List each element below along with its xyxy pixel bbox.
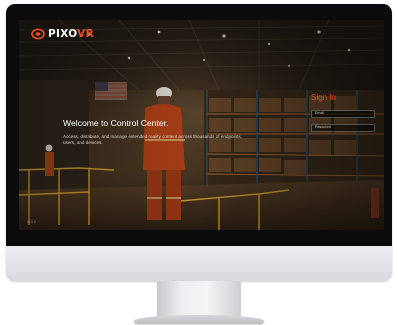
password-field[interactable]: Password xyxy=(311,124,375,132)
sign-in-title: Sign In xyxy=(311,93,336,102)
login-screen: PIXOVR Welcome to Control Center. Access… xyxy=(19,20,384,230)
sign-in-panel: Sign In Email Password xyxy=(311,94,379,170)
monitor-stand-base xyxy=(134,315,264,324)
email-placeholder: Email xyxy=(315,111,324,115)
version-label: v3.0.0 xyxy=(27,220,36,224)
monitor-stand-neck xyxy=(157,281,241,317)
email-field[interactable]: Email xyxy=(311,110,375,118)
brand-wordmark: PIXOVR xyxy=(48,27,94,40)
welcome-title: Welcome to Control Center. xyxy=(63,118,169,128)
pixo-logo-icon xyxy=(31,28,45,40)
brand-logo: PIXOVR xyxy=(31,28,94,40)
welcome-subtitle: Access, distribute, and manage extended … xyxy=(63,134,243,145)
password-placeholder: Password xyxy=(315,125,331,129)
monitor-chin xyxy=(6,246,392,281)
